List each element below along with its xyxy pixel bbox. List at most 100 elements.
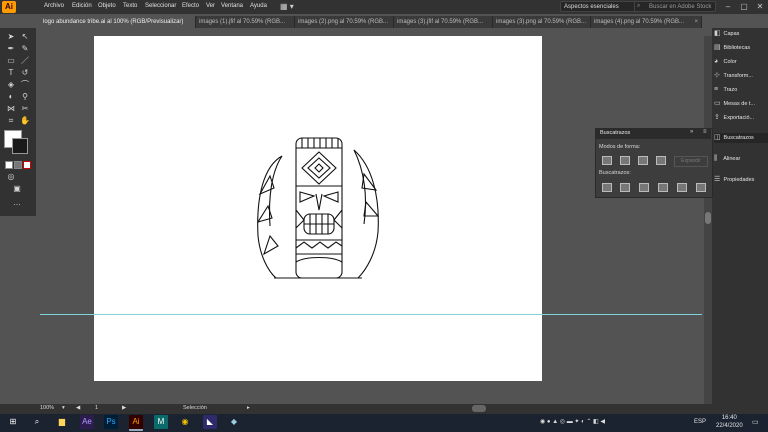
tab-images-3-png[interactable]: images (3).png al 70.59% (RGB... bbox=[493, 16, 591, 28]
curvature-tool-icon[interactable]: ✎ bbox=[20, 44, 30, 54]
chrome-icon[interactable]: ◉ bbox=[178, 415, 192, 429]
taskbar-search-icon[interactable]: ⌕ bbox=[30, 415, 44, 429]
menu-archivo[interactable]: Archivo bbox=[44, 3, 64, 9]
prev-artboard-icon[interactable]: ◀ bbox=[76, 405, 80, 411]
unite-icon[interactable] bbox=[602, 156, 612, 165]
width-tool-icon[interactable]: ⋈ bbox=[6, 104, 16, 114]
layers-icon: ◧ bbox=[714, 30, 721, 37]
tab-images-4[interactable]: images (4).png al 70.59% (RGB... × bbox=[591, 16, 702, 28]
ruler-guide[interactable] bbox=[40, 314, 702, 315]
zigzag-band bbox=[295, 241, 343, 249]
vertical-scroll-thumb[interactable] bbox=[705, 212, 711, 224]
tab-images-1[interactable]: images (1).jfif al 70.59% (RGB... bbox=[196, 16, 295, 28]
minimize-icon[interactable]: – bbox=[720, 0, 736, 14]
shape-modes-label: Modos de forma: bbox=[599, 144, 641, 150]
stock-search-input[interactable]: Buscar en Adobe Stock bbox=[634, 1, 716, 12]
shape-builder-tool-icon[interactable]: ◐ bbox=[6, 92, 16, 102]
status-menu-icon[interactable]: ▸ bbox=[247, 405, 250, 411]
panel-propiedades[interactable]: ☰ Propiedades bbox=[714, 175, 754, 185]
after-effects-icon[interactable]: Ae bbox=[80, 415, 94, 429]
tab-logo-abundance[interactable]: logo abundance tribe.ai al 100% (RGB/Pre… bbox=[40, 16, 196, 28]
selection-tool-icon[interactable]: ➤ bbox=[6, 32, 16, 42]
panel-exportacion[interactable]: ⇪ Exportació... bbox=[714, 113, 754, 123]
notes-icon[interactable]: ◆ bbox=[227, 415, 241, 429]
next-artboard-icon[interactable]: ▶ bbox=[122, 405, 126, 411]
scissors-tool-icon[interactable]: ✂ bbox=[20, 104, 30, 114]
merge-icon[interactable] bbox=[639, 183, 649, 192]
menu-ventana[interactable]: Ventana bbox=[221, 3, 243, 9]
edit-toolbar-icon[interactable]: … bbox=[12, 198, 22, 208]
rotate-tool-icon[interactable]: ↺ bbox=[20, 68, 30, 78]
paintbrush-tool-icon[interactable]: ／ bbox=[20, 56, 30, 66]
pen-tool-icon[interactable]: ✒ bbox=[6, 44, 16, 54]
artboard-tool-icon[interactable]: ⌗ bbox=[6, 116, 16, 126]
color-mode-icon[interactable] bbox=[5, 161, 13, 169]
taskbar-clock[interactable]: 16:40 22/4/2020 bbox=[716, 414, 743, 430]
panel-menu-icon[interactable]: ≡ bbox=[703, 129, 707, 135]
libraries-icon: ▤ bbox=[714, 44, 721, 51]
rectangle-tool-icon[interactable]: ▭ bbox=[6, 56, 16, 66]
windows-start-icon[interactable]: ⊞ bbox=[6, 415, 20, 429]
panel-color[interactable]: ◕ Color bbox=[714, 57, 737, 67]
panel-capas[interactable]: ◧ Capas bbox=[714, 29, 739, 39]
illustrator-taskbar-icon[interactable]: Ai bbox=[129, 415, 143, 431]
gradient-mode-icon[interactable] bbox=[14, 161, 22, 169]
close-icon[interactable]: ✕ bbox=[752, 0, 768, 14]
illustrator-logo-icon: Ai bbox=[2, 1, 16, 13]
screen-mode-icon[interactable]: ▣ bbox=[12, 184, 22, 194]
stroke-icon: ≡ bbox=[714, 86, 719, 93]
menu-texto[interactable]: Texto bbox=[123, 3, 137, 9]
panel-trazo[interactable]: ≡ Trazo bbox=[714, 85, 737, 95]
minus-front-icon[interactable] bbox=[620, 156, 630, 165]
none-mode-icon[interactable] bbox=[23, 161, 31, 169]
panel-mesas[interactable]: ▭ Mesas de t... bbox=[714, 99, 755, 109]
tab-images-3-jfif[interactable]: images (3).jfif al 70.59% (RGB... bbox=[394, 16, 493, 28]
lasso-tool-icon[interactable]: ⌒ bbox=[20, 80, 30, 90]
artboard-number[interactable]: 1 bbox=[95, 405, 98, 411]
menu-ayuda[interactable]: Ayuda bbox=[250, 3, 267, 9]
tab-close-icon[interactable]: × bbox=[694, 16, 698, 28]
horizontal-scroll-thumb[interactable] bbox=[472, 405, 486, 412]
divide-icon[interactable] bbox=[602, 183, 612, 192]
trim-icon[interactable] bbox=[620, 183, 630, 192]
tab-images-2[interactable]: images (2).png al 70.59% (RGB... bbox=[295, 16, 394, 28]
panel-bibliotecas[interactable]: ▤ Bibliotecas bbox=[714, 43, 750, 53]
maximize-icon[interactable]: ▢ bbox=[736, 0, 752, 14]
zoom-level[interactable]: 100% bbox=[40, 405, 54, 411]
leaf-left-spike-3 bbox=[263, 234, 279, 256]
notifications-icon[interactable]: ▭ bbox=[752, 418, 759, 426]
panel-buscatrazos[interactable]: ◫ Buscatrazos bbox=[714, 133, 768, 143]
transform-icon: ⊹ bbox=[714, 72, 720, 79]
menu-edicion[interactable]: Edición bbox=[72, 3, 92, 9]
draw-normal-icon[interactable]: ◎ bbox=[6, 172, 16, 182]
type-tool-icon[interactable]: T bbox=[6, 68, 16, 78]
direct-selection-tool-icon[interactable]: ↖ bbox=[20, 32, 30, 42]
file-explorer-icon[interactable]: ▆ bbox=[55, 415, 69, 429]
panel-alinear[interactable]: ⫼ Alinear bbox=[714, 154, 740, 164]
maxon-icon[interactable]: M bbox=[154, 415, 168, 429]
panel-transform[interactable]: ⊹ Transform... bbox=[714, 71, 753, 81]
arrange-documents-icon[interactable]: ▦ ▾ bbox=[280, 2, 294, 11]
tray-icons[interactable]: ◉ ● ▲ ◎ ▬ ✦ ◐ ⌃ ◧ ◀ bbox=[540, 418, 605, 425]
menu-efecto[interactable]: Efecto bbox=[182, 3, 199, 9]
expand-button[interactable]: Expandir bbox=[674, 156, 708, 167]
menu-seleccionar[interactable]: Seleccionar bbox=[145, 3, 176, 9]
menu-objeto[interactable]: Objeto bbox=[98, 3, 116, 9]
zoom-dropdown-icon[interactable]: ▾ bbox=[62, 405, 65, 411]
stroke-swatch[interactable] bbox=[12, 138, 28, 154]
collapse-panel-icon[interactable]: » bbox=[690, 129, 693, 135]
minus-back-icon[interactable] bbox=[696, 183, 706, 192]
eyedropper-tool-icon[interactable]: ⚲ bbox=[20, 92, 30, 102]
photoshop-icon[interactable]: Ps bbox=[104, 415, 118, 429]
menu-ver[interactable]: Ver bbox=[206, 3, 215, 9]
artboards-icon: ▭ bbox=[714, 100, 721, 107]
outline-icon[interactable] bbox=[677, 183, 687, 192]
intersect-icon[interactable] bbox=[638, 156, 648, 165]
exclude-icon[interactable] bbox=[656, 156, 666, 165]
tiki-artwork[interactable] bbox=[254, 136, 384, 280]
eraser-tool-icon[interactable]: ◈ bbox=[6, 80, 16, 90]
language-indicator[interactable]: ESP bbox=[694, 419, 706, 425]
media-encoder-icon[interactable]: ◣ bbox=[203, 415, 217, 429]
crop-icon[interactable] bbox=[658, 183, 668, 192]
hand-tool-icon[interactable]: ✋ bbox=[20, 116, 30, 126]
